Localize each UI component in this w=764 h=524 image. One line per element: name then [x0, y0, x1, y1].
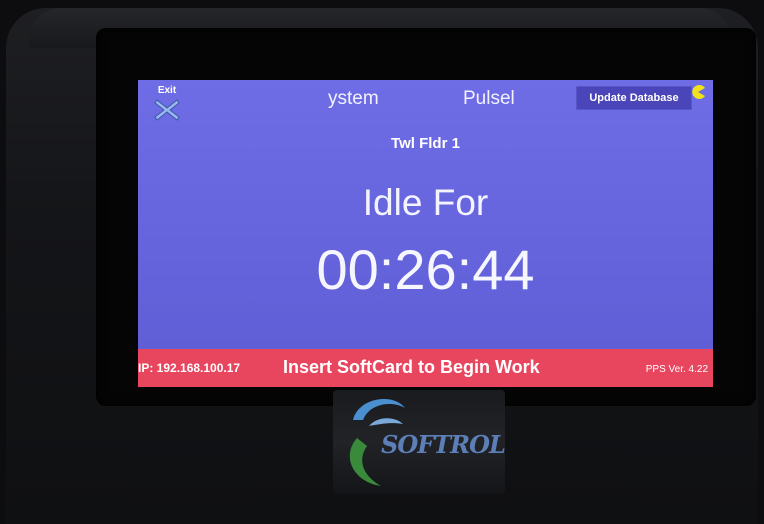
- version-label: PPS Ver. 4.22: [645, 364, 708, 375]
- status-bar: IP: 192.168.100.17 Insert SoftCard to Be…: [138, 349, 713, 387]
- close-x-icon: [154, 99, 180, 121]
- header-system-text: ystem: [328, 88, 379, 109]
- softrol-logo-text: SOFTROL: [381, 430, 506, 459]
- pacman-sync-icon[interactable]: [690, 84, 706, 100]
- softrol-logo: SOFTROL: [333, 390, 506, 494]
- station-name: Twl Fldr 1: [391, 135, 460, 152]
- idle-timer: 00:26:44: [316, 238, 535, 301]
- terminal-screen: Exit ystem Pulsel Update Database Twl Fl…: [138, 80, 713, 387]
- header-pulse-text: Pulsel: [463, 88, 515, 109]
- exit-label: Exit: [157, 85, 177, 96]
- update-database-button[interactable]: Update Database: [576, 86, 692, 110]
- ip-address: IP: 192.168.100.17: [138, 361, 241, 375]
- insert-card-instruction: Insert SoftCard to Begin Work: [283, 357, 540, 377]
- idle-label: Idle For: [362, 182, 489, 223]
- exit-button[interactable]: Exit: [152, 86, 182, 124]
